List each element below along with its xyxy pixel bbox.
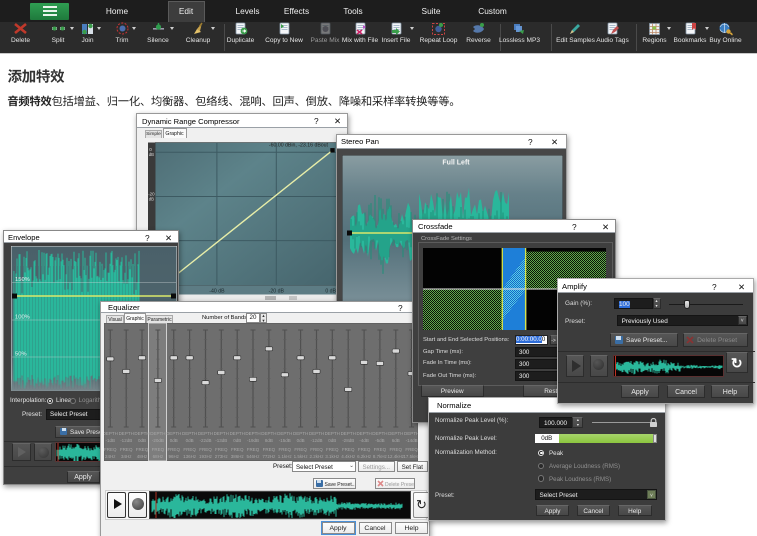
- svg-text:FREQ: FREQ: [136, 447, 149, 452]
- svg-text:-12dB: -12dB: [120, 438, 132, 443]
- svg-text:136Hz: 136Hz: [183, 454, 197, 459]
- svg-text:6dB: 6dB: [392, 438, 400, 443]
- svg-text:DEPTH: DEPTH: [404, 431, 418, 436]
- svg-text:100%: 100%: [15, 314, 30, 320]
- svg-text:3.1kHz: 3.1kHz: [325, 454, 340, 459]
- svg-text:0dB: 0dB: [297, 438, 305, 443]
- svg-text:-40 dB: -40 dB: [209, 288, 225, 294]
- svg-text:-60.00 dBin, -23.16 dBout: -60.00 dBin, -23.16 dBout: [269, 142, 329, 148]
- svg-text:DEPTH: DEPTH: [198, 431, 213, 436]
- svg-text:-20 dB: -20 dB: [269, 288, 285, 294]
- svg-text:48Hz: 48Hz: [137, 454, 148, 459]
- svg-text:DEPTH: DEPTH: [245, 431, 260, 436]
- svg-text:FREQ: FREQ: [279, 447, 292, 452]
- svg-text:dB: dB: [149, 196, 154, 201]
- svg-text:-15dB: -15dB: [279, 438, 291, 443]
- svg-text:24Hz: 24Hz: [105, 454, 116, 459]
- svg-text:2.2kHz: 2.2kHz: [309, 454, 324, 459]
- svg-text:96Hz: 96Hz: [168, 454, 179, 459]
- svg-text:FREQ: FREQ: [120, 447, 133, 452]
- svg-text:DEPTH: DEPTH: [309, 431, 324, 436]
- svg-text:FREQ: FREQ: [247, 447, 260, 452]
- svg-text:DEPTH: DEPTH: [134, 431, 149, 436]
- svg-text:-1dB: -1dB: [106, 438, 116, 443]
- svg-text:Full Left: Full Left: [442, 160, 470, 167]
- svg-text:193Hz: 193Hz: [199, 454, 213, 459]
- svg-text:DEPTH: DEPTH: [372, 431, 387, 436]
- svg-text:DEPTH: DEPTH: [104, 431, 118, 436]
- svg-text:FREQ: FREQ: [104, 447, 117, 452]
- svg-text:DEPTH: DEPTH: [356, 431, 371, 436]
- svg-text:-19dB: -19dB: [247, 438, 259, 443]
- svg-text:0dB: 0dB: [186, 438, 194, 443]
- svg-text:dB: dB: [149, 152, 154, 157]
- svg-text:17.5kHz: 17.5kHz: [403, 454, 418, 459]
- svg-text:DEPTH: DEPTH: [277, 431, 292, 436]
- svg-text:FREQ: FREQ: [310, 447, 323, 452]
- svg-text:FREQ: FREQ: [358, 447, 371, 452]
- svg-text:DEPTH: DEPTH: [341, 431, 356, 436]
- svg-text:1.1kHz: 1.1kHz: [278, 454, 293, 459]
- svg-text:4.4kHz: 4.4kHz: [341, 454, 356, 459]
- svg-text:150%: 150%: [15, 277, 30, 283]
- svg-text:FREQ: FREQ: [183, 447, 196, 452]
- svg-text:FREQ: FREQ: [152, 447, 165, 452]
- svg-text:DEPTH: DEPTH: [293, 431, 308, 436]
- svg-text:DEPTH: DEPTH: [182, 431, 197, 436]
- svg-text:-14dB: -14dB: [406, 438, 418, 443]
- svg-text:FREQ: FREQ: [326, 447, 339, 452]
- svg-text:-13dB: -13dB: [215, 438, 227, 443]
- svg-text:DEPTH: DEPTH: [325, 431, 340, 436]
- svg-text:FREQ: FREQ: [231, 447, 244, 452]
- svg-text:0dB: 0dB: [138, 438, 146, 443]
- svg-text:0dB: 0dB: [233, 438, 241, 443]
- svg-text:DEPTH: DEPTH: [230, 431, 245, 436]
- svg-text:772Hz: 772Hz: [262, 454, 276, 459]
- svg-text:-22dB: -22dB: [199, 438, 211, 443]
- svg-text:-12dB: -12dB: [310, 438, 322, 443]
- svg-text:8dB: 8dB: [265, 438, 273, 443]
- svg-text:FREQ: FREQ: [294, 447, 307, 452]
- svg-text:68Hz: 68Hz: [153, 454, 164, 459]
- svg-text:0dB: 0dB: [328, 438, 336, 443]
- svg-text:12.4kHz: 12.4kHz: [388, 454, 405, 459]
- svg-text:-28dB: -28dB: [342, 438, 354, 443]
- svg-text:FREQ: FREQ: [390, 447, 403, 452]
- svg-text:FREQ: FREQ: [342, 447, 355, 452]
- svg-text:546Hz: 546Hz: [246, 454, 260, 459]
- svg-text:-4dB: -4dB: [359, 438, 369, 443]
- svg-text:DEPTH: DEPTH: [166, 431, 181, 436]
- svg-text:1.5kHz: 1.5kHz: [294, 454, 309, 459]
- svg-text:FREQ: FREQ: [405, 447, 418, 452]
- svg-text:0 dB: 0 dB: [325, 288, 336, 294]
- svg-text:6.2kHz: 6.2kHz: [357, 454, 372, 459]
- svg-text:8.7kHz: 8.7kHz: [373, 454, 388, 459]
- svg-text:DEPTH: DEPTH: [388, 431, 403, 436]
- svg-text:-20dB: -20dB: [152, 438, 164, 443]
- svg-text:DEPTH: DEPTH: [261, 431, 276, 436]
- svg-text:FREQ: FREQ: [215, 447, 228, 452]
- svg-text:34Hz: 34Hz: [121, 454, 132, 459]
- svg-text:-5dB: -5dB: [375, 438, 385, 443]
- svg-text:FREQ: FREQ: [167, 447, 180, 452]
- svg-text:FREQ: FREQ: [374, 447, 387, 452]
- svg-text:DEPTH: DEPTH: [214, 431, 229, 436]
- svg-text:0dB: 0dB: [170, 438, 178, 443]
- svg-text:FREQ: FREQ: [263, 447, 276, 452]
- svg-text:273Hz: 273Hz: [215, 454, 229, 459]
- svg-text:386Hz: 386Hz: [231, 454, 245, 459]
- svg-text:DEPTH: DEPTH: [150, 431, 165, 436]
- svg-text:FREQ: FREQ: [199, 447, 212, 452]
- svg-text:DEPTH: DEPTH: [119, 431, 134, 436]
